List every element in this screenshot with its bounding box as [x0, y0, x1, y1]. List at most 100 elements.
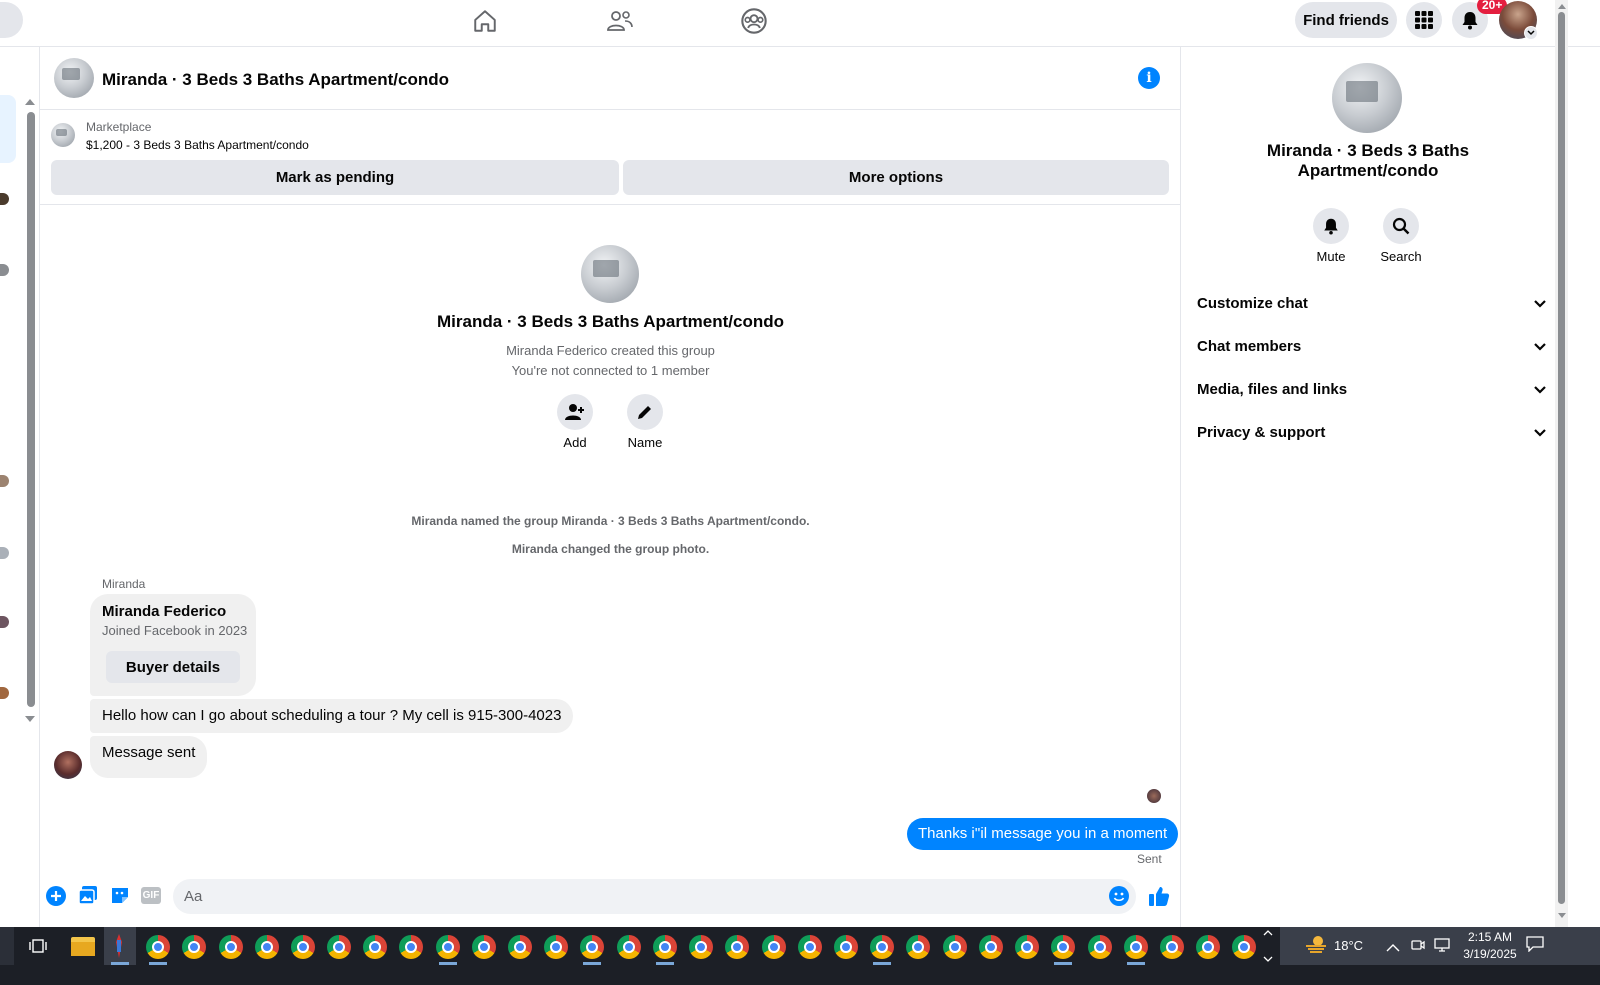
scroll-down-arrow[interactable] — [25, 716, 35, 722]
chrome-taskbar-icon[interactable] — [689, 935, 713, 959]
group-photo-large[interactable] — [581, 245, 639, 303]
more-options-button[interactable]: More options — [623, 160, 1169, 195]
chat-list-avatar[interactable] — [0, 687, 9, 699]
clock-time[interactable]: 2:15 AM — [1455, 930, 1525, 944]
chrome-taskbar-icon[interactable] — [906, 935, 930, 959]
buyer-details-button[interactable]: Buyer details — [106, 651, 240, 683]
chrome-taskbar-icon[interactable] — [399, 935, 423, 959]
chrome-taskbar-icon[interactable] — [1015, 935, 1039, 959]
chat-list-avatar[interactable] — [0, 616, 9, 628]
listing-title[interactable]: $1,200 - 3 Beds 3 Baths Apartment/condo — [86, 138, 309, 152]
chrome-taskbar-icon[interactable] — [762, 935, 786, 959]
scroll-up-arrow[interactable] — [25, 99, 35, 105]
info-icon[interactable]: i — [1138, 67, 1160, 89]
chrome-taskbar-icon[interactable] — [219, 935, 243, 959]
chrome-taskbar-icon[interactable] — [1051, 935, 1075, 959]
listing-thumbnail[interactable] — [51, 123, 75, 147]
rename-group-button[interactable] — [627, 394, 663, 430]
chat-list-avatar[interactable] — [0, 475, 9, 487]
file-explorer-icon[interactable] — [71, 937, 95, 956]
bell-icon — [1324, 218, 1338, 235]
add-member-button[interactable] — [557, 394, 593, 430]
chrome-taskbar-icon[interactable] — [1232, 935, 1256, 959]
chat-header-title[interactable]: Miranda · 3 Beds 3 Baths Apartment/condo — [102, 70, 449, 90]
chat-members-section[interactable]: Chat members — [1197, 331, 1547, 361]
page-scroll-thumb[interactable] — [1558, 12, 1565, 904]
grid-icon — [1415, 11, 1433, 29]
chrome-taskbar-icon[interactable] — [544, 935, 568, 959]
find-friends-button[interactable]: Find friends — [1295, 2, 1397, 38]
weather-icon[interactable] — [1304, 934, 1328, 954]
app-running-indicator — [149, 962, 167, 965]
chat-list-avatar[interactable] — [0, 193, 9, 205]
meet-now-icon[interactable] — [1411, 938, 1425, 957]
menu-grid-button[interactable] — [1406, 2, 1442, 38]
group-avatar[interactable] — [54, 58, 94, 98]
chrome-taskbar-icon[interactable] — [653, 935, 677, 959]
chrome-taskbar-icon[interactable] — [508, 935, 532, 959]
taskbar-overflow-scroller[interactable] — [1262, 929, 1274, 963]
chrome-taskbar-icon[interactable] — [436, 935, 460, 959]
groups-icon[interactable] — [739, 6, 769, 36]
chrome-taskbar-icon[interactable] — [580, 935, 604, 959]
task-view-icon[interactable] — [28, 937, 48, 955]
page-scrollbar[interactable] — [1555, 0, 1568, 927]
friends-icon[interactable] — [605, 6, 635, 36]
action-center-icon[interactable] — [1526, 936, 1544, 957]
chrome-taskbar-icon[interactable] — [798, 935, 822, 959]
temperature-text[interactable]: 18°C — [1334, 938, 1363, 953]
chrome-taskbar-icon[interactable] — [834, 935, 858, 959]
plus-icon[interactable] — [46, 886, 66, 906]
customize-chat-section[interactable]: Customize chat — [1197, 288, 1547, 318]
chat-list-avatar[interactable] — [0, 547, 9, 559]
outgoing-message[interactable]: Thanks i''il message you in a moment — [907, 818, 1179, 850]
chrome-taskbar-icon[interactable] — [146, 935, 170, 959]
chrome-taskbar-icon[interactable] — [979, 935, 1003, 959]
chrome-taskbar-icon[interactable] — [1160, 935, 1184, 959]
chrome-taskbar-icon[interactable] — [725, 935, 749, 959]
chat-list-avatar[interactable] — [0, 264, 9, 276]
header-divider — [40, 109, 1181, 110]
photo-icon[interactable] — [78, 885, 98, 905]
chrome-taskbar-icon[interactable] — [182, 935, 206, 959]
mark-as-pending-button[interactable]: Mark as pending — [51, 160, 619, 195]
chrome-taskbar-icon[interactable] — [363, 935, 387, 959]
sticker-icon[interactable] — [110, 885, 130, 905]
chrome-taskbar-icon[interactable] — [943, 935, 967, 959]
thumbs-up-icon[interactable] — [1148, 885, 1170, 907]
sender-avatar[interactable] — [54, 751, 82, 779]
scroll-down-arrow[interactable] — [1558, 913, 1566, 918]
group-photo-panel[interactable] — [1332, 63, 1402, 133]
taskbar-start-edge[interactable] — [0, 927, 14, 965]
incoming-message[interactable]: Hello how can I go about scheduling a to… — [90, 699, 574, 733]
chrome-taskbar-icon[interactable] — [1124, 935, 1148, 959]
chat-list-scrollbar[interactable] — [27, 112, 35, 707]
chevron-up-icon[interactable] — [1386, 939, 1400, 957]
media-files-links-section[interactable]: Media, files and links — [1197, 374, 1547, 404]
emoji-icon[interactable] — [1109, 886, 1129, 906]
scroll-up-arrow[interactable] — [1558, 4, 1566, 9]
chrome-taskbar-icon[interactable] — [472, 935, 496, 959]
active-app-icon[interactable] — [114, 934, 124, 958]
left-edge-button[interactable] — [0, 2, 23, 38]
chrome-taskbar-icon[interactable] — [870, 935, 894, 959]
chrome-taskbar-icon[interactable] — [327, 935, 351, 959]
chat-details-panel: Miranda · 3 Beds 3 Baths Apartment/condo… — [1182, 47, 1554, 927]
privacy-support-section[interactable]: Privacy & support — [1197, 417, 1547, 447]
chrome-taskbar-icon[interactable] — [1088, 935, 1112, 959]
app-running-indicator — [656, 962, 674, 965]
home-icon[interactable] — [470, 6, 500, 36]
clock-date[interactable]: 3/19/2025 — [1450, 947, 1530, 961]
chrome-taskbar-icon[interactable] — [1196, 935, 1220, 959]
gif-icon[interactable]: GIF — [141, 887, 161, 904]
name-label: Name — [627, 435, 663, 450]
chrome-taskbar-icon[interactable] — [291, 935, 315, 959]
search-in-chat-button[interactable] — [1383, 208, 1419, 244]
incoming-message[interactable]: Message sent — [90, 736, 208, 778]
network-icon[interactable] — [1433, 938, 1451, 957]
chrome-taskbar-icon[interactable] — [617, 935, 641, 959]
message-input[interactable]: Aa — [173, 879, 1136, 914]
chrome-taskbar-icon[interactable] — [255, 935, 279, 959]
search-icon — [1392, 217, 1410, 235]
mute-button[interactable] — [1313, 208, 1349, 244]
